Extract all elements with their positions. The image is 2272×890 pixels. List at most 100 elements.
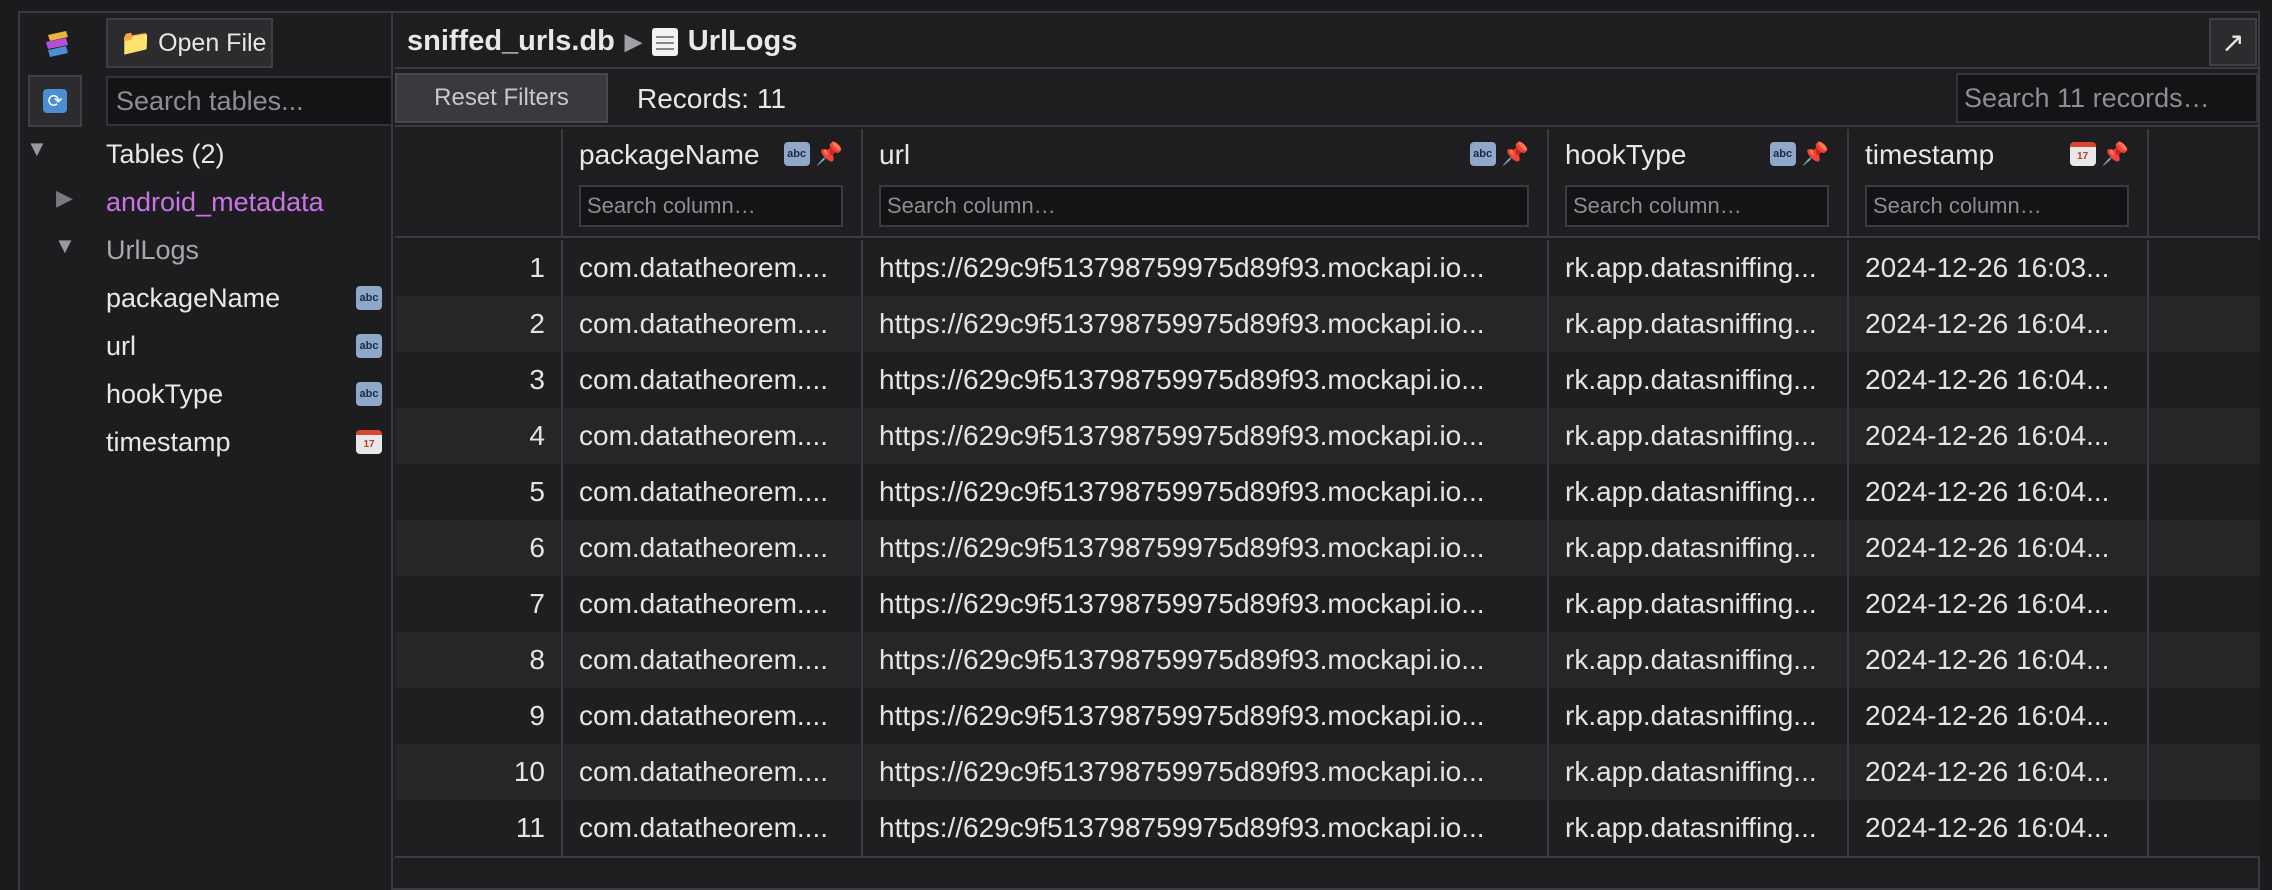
pin-icon[interactable]: 📌 bbox=[1802, 141, 1829, 167]
cell-packagename[interactable]: com.datatheorem.... bbox=[563, 632, 863, 688]
table-row[interactable]: 9 com.datatheorem.... https://629c9f5137… bbox=[395, 688, 2260, 744]
cell-url[interactable]: https://629c9f513798759975d89f93.mockapi… bbox=[863, 520, 1549, 576]
open-file-button[interactable]: 📁 Open File bbox=[106, 18, 273, 68]
pin-icon[interactable]: 📌 bbox=[2102, 141, 2129, 167]
table-row[interactable]: 7 com.datatheorem.... https://629c9f5137… bbox=[395, 576, 2260, 632]
sidebar-column-timestamp[interactable]: timestamp bbox=[106, 422, 231, 462]
cell-packagename[interactable]: com.datatheorem.... bbox=[563, 576, 863, 632]
table-row[interactable]: 10 com.datatheorem.... https://629c9f513… bbox=[395, 744, 2260, 800]
table-row[interactable]: 6 com.datatheorem.... https://629c9f5137… bbox=[395, 520, 2260, 576]
table-header: packageName abc📌 url abc📌 hookType abc📌 … bbox=[395, 129, 2260, 238]
cell-url[interactable]: https://629c9f513798759975d89f93.mockapi… bbox=[863, 744, 1549, 800]
cell-timestamp[interactable]: 2024-12-26 16:04... bbox=[1849, 464, 2149, 520]
column-header-url[interactable]: url abc 📌 bbox=[863, 129, 1549, 237]
table-row[interactable]: 2 com.datatheorem.... https://629c9f5137… bbox=[395, 296, 2260, 352]
cell-packagename[interactable]: com.datatheorem.... bbox=[563, 688, 863, 744]
cell-timestamp[interactable]: 2024-12-26 16:04... bbox=[1849, 296, 2149, 352]
cell-url[interactable]: https://629c9f513798759975d89f93.mockapi… bbox=[863, 576, 1549, 632]
column-header-timestamp[interactable]: timestamp 17 📌 bbox=[1849, 129, 2149, 237]
row-index: 9 bbox=[395, 688, 563, 744]
notepad-icon bbox=[651, 27, 678, 56]
column-name: packageName bbox=[579, 139, 760, 170]
row-index: 3 bbox=[395, 352, 563, 408]
title-bar: sniffed_urls.db ▶ UrlLogs ↗ bbox=[395, 13, 2260, 69]
cell-hooktype[interactable]: rk.app.datasniffing... bbox=[1549, 800, 1849, 856]
sidebar-item-urllogs[interactable]: UrlLogs bbox=[106, 230, 199, 270]
tables-collapse-arrow-icon[interactable]: ▼ bbox=[26, 136, 48, 162]
cell-hooktype[interactable]: rk.app.datasniffing... bbox=[1549, 296, 1849, 352]
row-index: 4 bbox=[395, 408, 563, 464]
table-row[interactable]: 8 com.datatheorem.... https://629c9f5137… bbox=[395, 632, 2260, 688]
cell-hooktype[interactable]: rk.app.datasniffing... bbox=[1549, 576, 1849, 632]
expand-icon[interactable]: ↗ bbox=[2209, 18, 2257, 66]
cell-url[interactable]: https://629c9f513798759975d89f93.mockapi… bbox=[863, 408, 1549, 464]
column-header-packagename[interactable]: packageName abc 📌 bbox=[563, 129, 863, 237]
cell-url[interactable]: https://629c9f513798759975d89f93.mockapi… bbox=[863, 296, 1549, 352]
cell-hooktype[interactable]: rk.app.datasniffing... bbox=[1549, 464, 1849, 520]
cell-timestamp[interactable]: 2024-12-26 16:04... bbox=[1849, 688, 2149, 744]
search-records-input[interactable] bbox=[1956, 73, 2258, 123]
sidebar-column-packagename[interactable]: packageName bbox=[106, 278, 280, 318]
row-index: 8 bbox=[395, 632, 563, 688]
expand-arrow-icon[interactable]: ▶ bbox=[56, 185, 73, 211]
cell-timestamp[interactable]: 2024-12-26 16:04... bbox=[1849, 576, 2149, 632]
sidebar-item-android-metadata[interactable]: android_metadata bbox=[106, 182, 324, 222]
cell-packagename[interactable]: com.datatheorem.... bbox=[563, 800, 863, 856]
table-row[interactable]: 5 com.datatheorem.... https://629c9f5137… bbox=[395, 464, 2260, 520]
cell-timestamp[interactable]: 2024-12-26 16:04... bbox=[1849, 744, 2149, 800]
cell-timestamp[interactable]: 2024-12-26 16:04... bbox=[1849, 520, 2149, 576]
records-count: Records: 11 bbox=[637, 83, 786, 114]
column-name: hookType bbox=[1565, 139, 1687, 170]
cell-packagename[interactable]: com.datatheorem.... bbox=[563, 296, 863, 352]
table-row[interactable]: 1 com.datatheorem.... https://629c9f5137… bbox=[395, 240, 2260, 296]
column-search-input[interactable] bbox=[579, 185, 843, 227]
cell-timestamp[interactable]: 2024-12-26 16:03... bbox=[1849, 240, 2149, 296]
cell-packagename[interactable]: com.datatheorem.... bbox=[563, 408, 863, 464]
column-search-input[interactable] bbox=[1565, 185, 1829, 227]
row-index: 1 bbox=[395, 240, 563, 296]
pin-icon[interactable]: 📌 bbox=[816, 141, 843, 167]
cell-timestamp[interactable]: 2024-12-26 16:04... bbox=[1849, 352, 2149, 408]
abc-icon: abc bbox=[356, 334, 382, 358]
collapse-arrow-icon[interactable]: ▼ bbox=[54, 233, 76, 259]
search-tables-input[interactable] bbox=[106, 76, 393, 126]
cell-hooktype[interactable]: rk.app.datasniffing... bbox=[1549, 632, 1849, 688]
sidebar: 📁 Open File ⟳ ▼ Tables (2) ▶ android_met… bbox=[20, 13, 393, 890]
cell-timestamp[interactable]: 2024-12-26 16:04... bbox=[1849, 632, 2149, 688]
cell-url[interactable]: https://629c9f513798759975d89f93.mockapi… bbox=[863, 240, 1549, 296]
table-row[interactable]: 11 com.datatheorem.... https://629c9f513… bbox=[395, 800, 2260, 856]
cell-timestamp[interactable]: 2024-12-26 16:04... bbox=[1849, 408, 2149, 464]
row-index: 7 bbox=[395, 576, 563, 632]
column-search-input[interactable] bbox=[1865, 185, 2129, 227]
pin-icon[interactable]: 📌 bbox=[1502, 141, 1529, 167]
sidebar-column-hooktype[interactable]: hookType bbox=[106, 374, 223, 414]
column-header-hooktype[interactable]: hookType abc 📌 bbox=[1549, 129, 1849, 237]
cell-url[interactable]: https://629c9f513798759975d89f93.mockapi… bbox=[863, 688, 1549, 744]
cell-hooktype[interactable]: rk.app.datasniffing... bbox=[1549, 688, 1849, 744]
cell-hooktype[interactable]: rk.app.datasniffing... bbox=[1549, 240, 1849, 296]
cell-hooktype[interactable]: rk.app.datasniffing... bbox=[1549, 520, 1849, 576]
cell-hooktype[interactable]: rk.app.datasniffing... bbox=[1549, 408, 1849, 464]
breadcrumb-table-name: UrlLogs bbox=[687, 25, 798, 57]
toolbar: Reset Filters Records: 11 bbox=[395, 71, 2260, 127]
cell-url[interactable]: https://629c9f513798759975d89f93.mockapi… bbox=[863, 800, 1549, 856]
cell-packagename[interactable]: com.datatheorem.... bbox=[563, 520, 863, 576]
reset-filters-button[interactable]: Reset Filters bbox=[395, 73, 608, 123]
table-row[interactable]: 4 com.datatheorem.... https://629c9f5137… bbox=[395, 408, 2260, 464]
table-row[interactable]: 3 com.datatheorem.... https://629c9f5137… bbox=[395, 352, 2260, 408]
refresh-button[interactable]: ⟳ bbox=[28, 75, 82, 127]
cell-packagename[interactable]: com.datatheorem.... bbox=[563, 352, 863, 408]
cell-url[interactable]: https://629c9f513798759975d89f93.mockapi… bbox=[863, 632, 1549, 688]
cell-packagename[interactable]: com.datatheorem.... bbox=[563, 240, 863, 296]
tables-header[interactable]: Tables (2) bbox=[106, 134, 225, 174]
cell-hooktype[interactable]: rk.app.datasniffing... bbox=[1549, 744, 1849, 800]
cell-packagename[interactable]: com.datatheorem.... bbox=[563, 744, 863, 800]
cell-timestamp[interactable]: 2024-12-26 16:04... bbox=[1849, 800, 2149, 856]
column-search-input[interactable] bbox=[879, 185, 1529, 227]
sidebar-column-url[interactable]: url bbox=[106, 326, 136, 366]
cell-packagename[interactable]: com.datatheorem.... bbox=[563, 464, 863, 520]
cell-url[interactable]: https://629c9f513798759975d89f93.mockapi… bbox=[863, 352, 1549, 408]
cell-url[interactable]: https://629c9f513798759975d89f93.mockapi… bbox=[863, 464, 1549, 520]
row-index: 6 bbox=[395, 520, 563, 576]
cell-hooktype[interactable]: rk.app.datasniffing... bbox=[1549, 352, 1849, 408]
